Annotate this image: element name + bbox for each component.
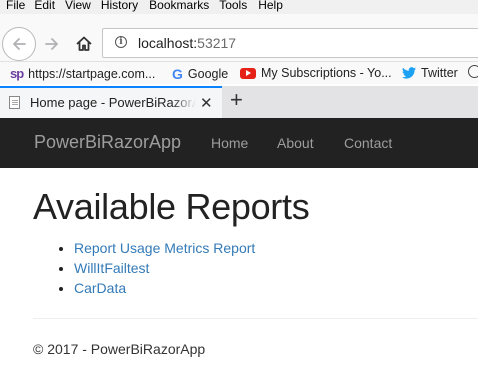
home-button[interactable] — [70, 30, 98, 58]
url-port: 53217 — [197, 35, 237, 51]
divider — [33, 318, 478, 319]
footer-text: © 2017 - PowerBiRazorApp — [33, 341, 206, 357]
globe-icon — [468, 65, 478, 78]
menu-bar: File Edit View History Bookmarks Tools H… — [0, 0, 478, 14]
report-list: Report Usage Metrics Report WillItFailte… — [54, 238, 255, 298]
nav-link-about[interactable]: About — [277, 135, 314, 151]
url-host: localhost: — [138, 35, 198, 51]
page-icon — [9, 96, 20, 109]
bookmarks-toolbar: sp https://startpage.com... G Google My … — [0, 62, 478, 84]
bookmark-label: Google — [187, 67, 229, 81]
menu-history[interactable]: History — [101, 0, 138, 14]
new-tab-button[interactable]: + — [230, 87, 243, 113]
bookmark-label: My Subscriptions - Yo... — [261, 66, 392, 80]
list-item: WillItFailtest — [74, 258, 255, 278]
url-text[interactable]: localhost:53217 — [138, 35, 236, 51]
list-item: CarData — [74, 278, 255, 298]
google-icon: G — [172, 66, 183, 82]
address-bar[interactable]: i localhost:53217 — [102, 28, 478, 58]
youtube-icon — [240, 67, 256, 79]
list-item: Report Usage Metrics Report — [74, 238, 255, 258]
nav-link-contact[interactable]: Contact — [344, 135, 392, 151]
startpage-icon: sp — [10, 66, 24, 81]
bookmark-twitter[interactable]: Twitter — [402, 66, 458, 80]
menu-help[interactable]: Help — [258, 0, 283, 14]
close-tab-icon[interactable]: ✕ — [200, 94, 213, 112]
menu-view[interactable]: View — [65, 0, 91, 14]
menu-edit[interactable]: Edit — [34, 0, 55, 14]
navigation-toolbar: i localhost:53217 — [0, 14, 478, 62]
twitter-icon — [402, 67, 416, 79]
tab-home-page[interactable]: Home page - PowerBiRazorApp ✕ — [0, 86, 222, 118]
arrow-left-icon — [13, 38, 26, 50]
menu-file[interactable]: File — [6, 0, 25, 14]
bookmark-startpage[interactable]: sp https://startpage.com... — [10, 66, 155, 81]
report-link[interactable]: WillItFailtest — [74, 260, 149, 276]
arrow-right-icon — [45, 38, 58, 50]
tab-title: Home page - PowerBiRazorApp — [30, 95, 196, 110]
menu-tools[interactable]: Tools — [219, 0, 247, 14]
menu-bookmarks[interactable]: Bookmarks — [149, 0, 209, 14]
back-button[interactable] — [2, 27, 36, 61]
nav-link-home[interactable]: Home — [211, 135, 248, 151]
site-info-icon[interactable]: i — [115, 36, 127, 48]
tab-strip: Home page - PowerBiRazorApp ✕ + — [0, 86, 478, 118]
forward-button[interactable] — [38, 30, 66, 58]
bookmark-overflow[interactable] — [468, 65, 478, 78]
bookmark-youtube[interactable]: My Subscriptions - Yo... — [240, 66, 392, 80]
home-icon — [76, 36, 92, 51]
bookmark-label: https://startpage.com... — [28, 66, 156, 81]
bookmark-label: Twitter — [421, 66, 458, 80]
report-link[interactable]: Report Usage Metrics Report — [74, 240, 255, 256]
page-title: Available Reports — [33, 186, 310, 227]
site-brand[interactable]: PowerBiRazorApp — [34, 132, 181, 153]
bookmark-google[interactable]: G Google — [172, 66, 228, 82]
report-link[interactable]: CarData — [74, 280, 126, 296]
site-navbar: PowerBiRazorApp Home About Contact — [0, 118, 478, 168]
